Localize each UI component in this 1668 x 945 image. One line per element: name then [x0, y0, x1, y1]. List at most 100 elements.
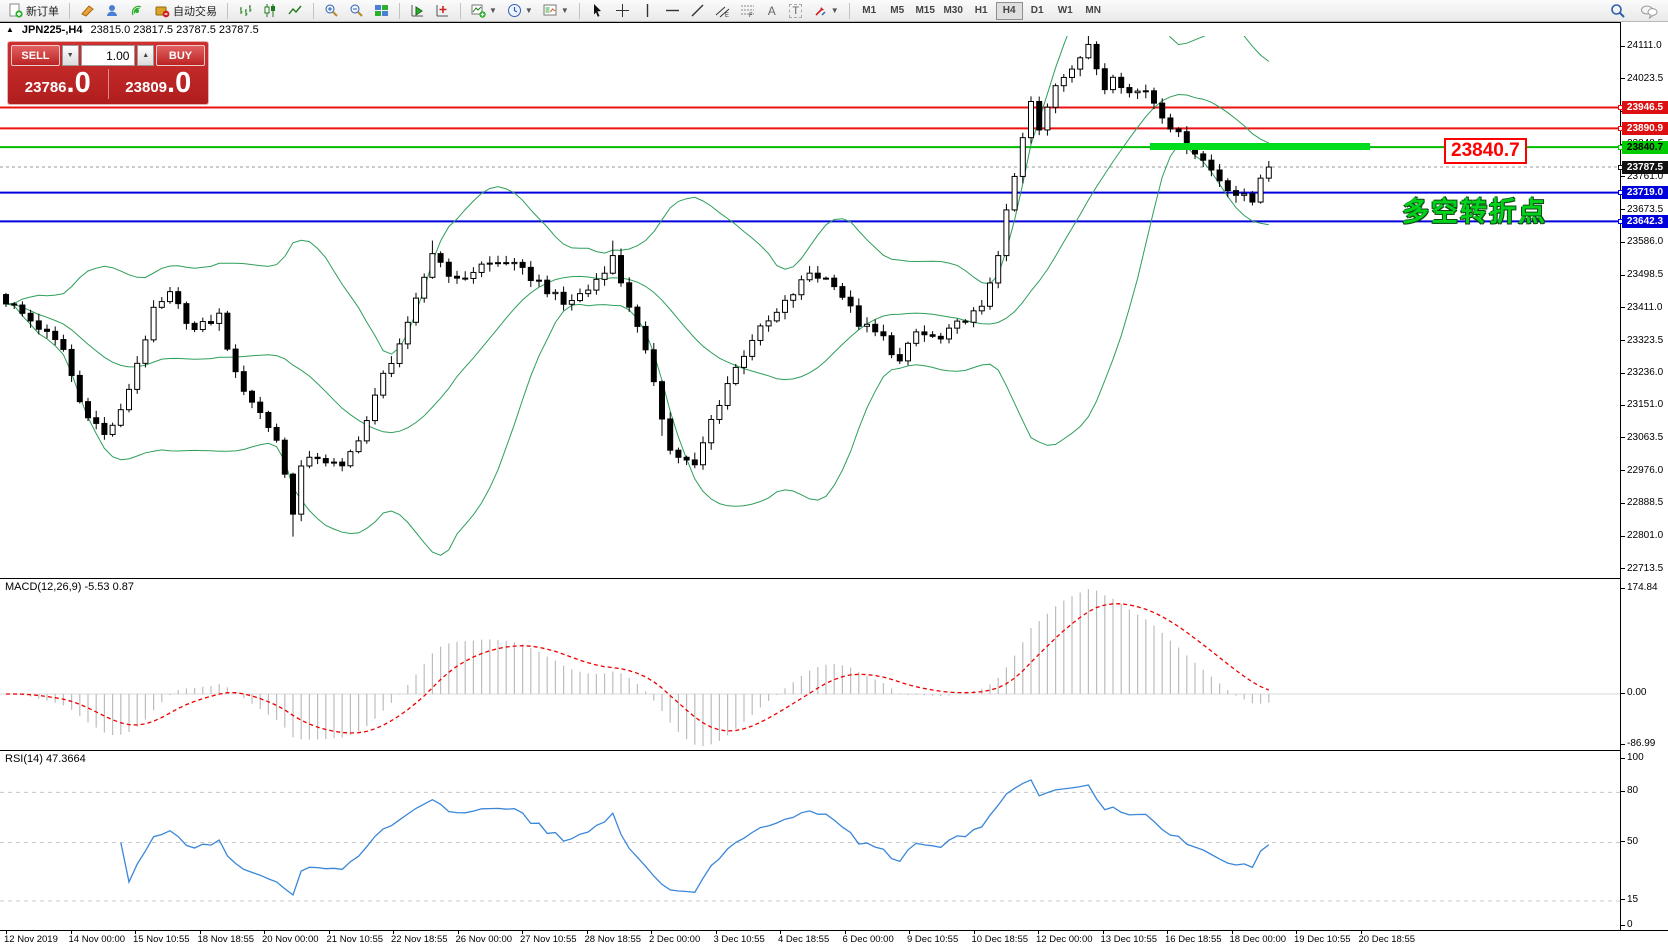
price-tick-mark: [1621, 536, 1625, 537]
price-flag-23890.9: 23890.9: [1622, 122, 1668, 135]
periods-dropdown[interactable]: ▼: [503, 1, 537, 21]
price-tick-mark: [1621, 405, 1625, 406]
channel-tool-button[interactable]: E: [711, 1, 734, 21]
time-tick-label: 2 Dec 00:00: [649, 934, 700, 945]
volume-decrease-button[interactable]: ▼: [62, 45, 79, 66]
time-tick-label: 27 Nov 10:55: [520, 934, 577, 945]
candlestick-chart[interactable]: [0, 36, 1620, 578]
toolbar-separator: [849, 3, 850, 19]
new-order-icon: [8, 3, 23, 18]
search-icon: [1610, 3, 1626, 19]
price-tick-label: 22976.0: [1627, 465, 1663, 476]
sell-price-display[interactable]: 23786 .0: [8, 66, 108, 102]
rsi-chart[interactable]: [0, 751, 1620, 930]
trendline-tool-button[interactable]: [686, 1, 709, 21]
price-flag-nub: [1618, 145, 1623, 150]
add-chart-dropdown[interactable]: ▼: [467, 1, 501, 21]
rsi-tick-mark: [1621, 925, 1625, 926]
price-annotation-box[interactable]: 23840.7: [1444, 138, 1527, 164]
volume-input[interactable]: 1.00: [81, 45, 136, 66]
macd-chart[interactable]: [0, 579, 1620, 750]
timeframe-button-m5[interactable]: M5: [884, 2, 911, 20]
crosshair-tool-button[interactable]: [611, 1, 634, 21]
time-tick-label: 14 Nov 00:00: [69, 934, 126, 945]
new-order-label: 新订单: [26, 3, 59, 19]
caret-down-icon: ▼: [561, 6, 569, 15]
time-tick-label: 12 Nov 2019: [4, 934, 58, 945]
timeframe-button-mn[interactable]: MN: [1080, 2, 1107, 20]
cursor-tool-button[interactable]: [586, 1, 609, 21]
rsi-tick-label: 100: [1627, 752, 1644, 763]
fibonacci-tool-button[interactable]: F: [736, 1, 759, 21]
zoom-in-button[interactable]: [320, 1, 343, 21]
sell-button[interactable]: SELL: [11, 45, 60, 66]
price-flag-nub: [1618, 190, 1623, 195]
templates-dropdown[interactable]: ▼: [539, 1, 573, 21]
price-axis[interactable]: 24111.024023.523936.023848.523761.023673…: [1620, 22, 1668, 930]
timeframe-button-m30[interactable]: M30: [940, 2, 967, 20]
timeframe-button-d1[interactable]: D1: [1024, 2, 1051, 20]
profiles-button[interactable]: [101, 1, 124, 21]
candlestick-chart-icon: [263, 3, 278, 18]
timeframe-button-m1[interactable]: M1: [856, 2, 883, 20]
label-tool-button[interactable]: T: [785, 1, 807, 21]
main-toolbar: 新订单 自动交易: [0, 0, 1668, 22]
rsi-panel[interactable]: RSI(14) 47.3664: [0, 750, 1620, 930]
tile-windows-button[interactable]: [370, 1, 393, 21]
indicators-button[interactable]: [406, 1, 429, 21]
horizontal-line-icon: [665, 3, 680, 18]
rsi-tick-label: 80: [1627, 785, 1638, 796]
toolbar-separator: [579, 3, 580, 19]
timeframe-button-m15[interactable]: M15: [912, 2, 939, 20]
main-chart-canvas[interactable]: [0, 36, 1620, 578]
macd-tick-mark: [1621, 744, 1625, 745]
search-button[interactable]: [1606, 1, 1630, 21]
toolbar-separator: [313, 3, 314, 19]
line-chart-button[interactable]: [284, 1, 307, 21]
time-tick-label: 20 Nov 00:00: [262, 934, 319, 945]
equidistant-channel-icon: E: [715, 3, 730, 18]
bar-chart-button[interactable]: [234, 1, 257, 21]
time-axis[interactable]: 12 Nov 2019 14 Nov 00:00 15 Nov 10:55 18 No…: [0, 930, 1668, 945]
crayon-button[interactable]: [76, 1, 99, 21]
collapse-icon[interactable]: ▲: [6, 25, 14, 34]
chat-icon: [1640, 3, 1658, 19]
price-tick-label: 22801.0: [1627, 530, 1663, 541]
toolbar-separator: [460, 3, 461, 19]
crosshair-icon: [615, 3, 630, 18]
sell-price-main: 23786: [25, 79, 67, 96]
price-flag-23946.5: 23946.5: [1622, 101, 1668, 114]
turning-point-note[interactable]: 多空转折点: [1402, 190, 1547, 229]
volume-increase-button[interactable]: ▲: [137, 45, 154, 66]
rsi-tick-label: 0: [1627, 919, 1633, 930]
autotrade-button[interactable]: 自动交易: [151, 1, 221, 21]
zoom-out-button[interactable]: [345, 1, 368, 21]
horizontal-line-tool-button[interactable]: [661, 1, 684, 21]
timeframe-button-w1[interactable]: W1: [1052, 2, 1079, 20]
rsi-tick-label: 15: [1627, 894, 1638, 905]
signals-button[interactable]: [126, 1, 149, 21]
buy-button[interactable]: BUY: [156, 45, 205, 66]
timeframe-button-h4[interactable]: H4: [996, 2, 1023, 20]
time-tick-label: 10 Dec 18:55: [972, 934, 1029, 945]
timeframe-button-h1[interactable]: H1: [968, 2, 995, 20]
new-order-button[interactable]: 新订单: [4, 1, 63, 21]
price-tick-mark: [1621, 209, 1625, 210]
support-segment-object[interactable]: [1150, 143, 1370, 150]
buy-price-display[interactable]: 23809 .0: [109, 66, 209, 102]
time-tick-label: 15 Nov 10:55: [133, 934, 190, 945]
rsi-tick-label: 50: [1627, 836, 1638, 847]
candlestick-chart-button[interactable]: [259, 1, 282, 21]
price-tick-label: 23673.5: [1627, 204, 1663, 215]
mt4-application: 新订单 自动交易: [0, 0, 1668, 945]
objects-button[interactable]: [431, 1, 454, 21]
time-tick-label: 18 Nov 18:55: [198, 934, 255, 945]
sell-price-frac: .0: [67, 68, 91, 98]
macd-panel[interactable]: MACD(12,26,9) -5.53 0.87: [0, 578, 1620, 750]
signals-icon: [130, 3, 145, 18]
arrows-dropdown[interactable]: ▼: [809, 1, 843, 21]
text-tool-button[interactable]: A: [761, 1, 783, 21]
templates-icon: [543, 3, 558, 18]
vertical-line-tool-button[interactable]: [636, 1, 659, 21]
chat-button[interactable]: [1636, 1, 1662, 21]
